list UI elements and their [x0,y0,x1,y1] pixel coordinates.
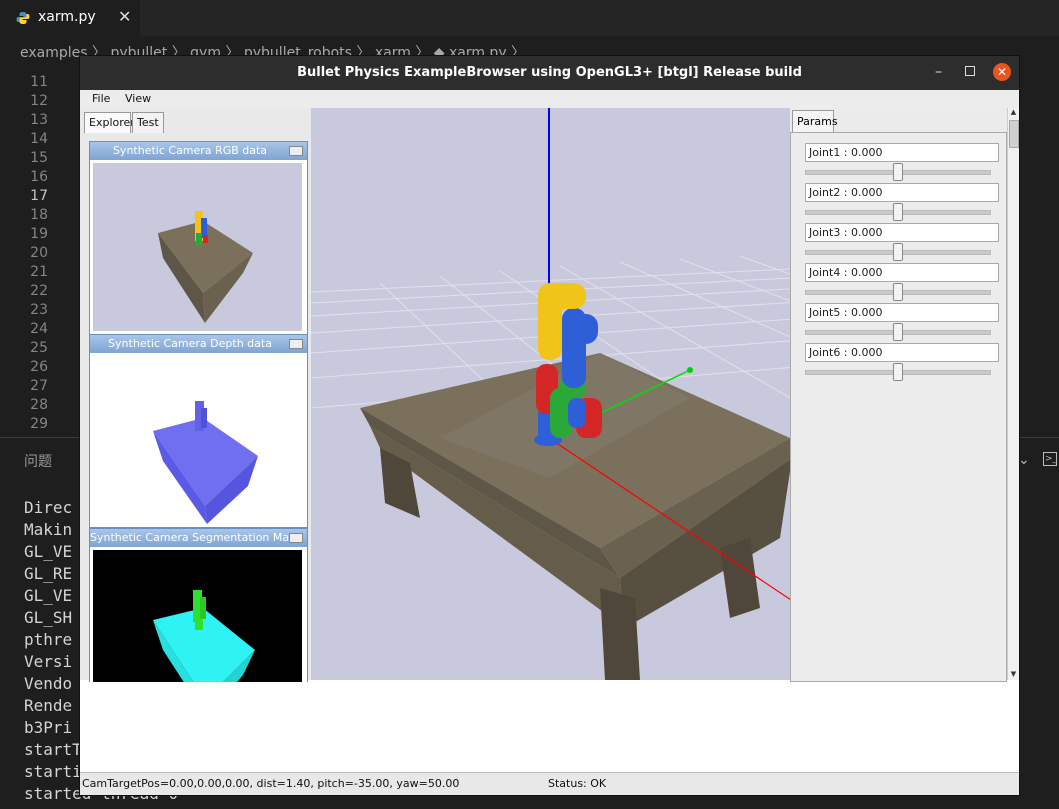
joint-1-field[interactable]: Joint1 : 0.000 [805,143,999,162]
explorer-panel: Explorer Test Synthetic Camera RGB data [80,108,311,724]
tab-explorer[interactable]: Explorer [84,112,135,133]
joint-2-slider-thumb[interactable] [893,203,903,221]
window-title: Bullet Physics ExampleBrowser using Open… [297,65,802,80]
line-number: 18 [30,207,48,223]
terminal-line: Makin [24,520,73,539]
joint-5-slider-thumb[interactable] [893,323,903,341]
camera-rgb-image [93,163,302,331]
menu-file[interactable]: File [92,92,110,105]
terminal-line: Direc [24,498,73,517]
line-number: 27 [30,378,48,394]
bullet-example-browser-window: Bullet Physics ExampleBrowser using Open… [80,56,1019,795]
line-number: 19 [30,226,48,242]
joint-6-label: Joint6 : 0.000 [809,346,883,359]
menu-bar: File View [80,90,1019,108]
line-number: 28 [30,397,48,413]
joint-3-field[interactable]: Joint3 : 0.000 [805,223,999,242]
collapse-button[interactable] [289,339,303,349]
editor-tab-xarm[interactable]: xarm.py ✕ [0,0,140,36]
console-output-area [80,682,1019,772]
line-number: 29 [30,416,48,432]
line-number: 12 [30,93,48,109]
joint-5-field[interactable]: Joint5 : 0.000 [805,303,999,322]
terminal-line: GL_VE [24,542,73,561]
menu-view[interactable]: View [125,92,151,105]
joint-3-label: Joint3 : 0.000 [809,226,883,239]
line-number: 23 [30,302,48,318]
chevron-down-icon[interactable]: ⌄ [1018,452,1030,468]
line-number: 21 [30,264,48,280]
joint-2-field[interactable]: Joint2 : 0.000 [805,183,999,202]
status-text: Status: OK [548,777,607,790]
scroll-up-icon[interactable]: ▲ [1008,108,1019,118]
joint-6-slider-thumb[interactable] [893,363,903,381]
line-number: 15 [30,150,48,166]
camera-depth-image [93,356,302,524]
camera-depth-window[interactable]: Synthetic Camera Depth data [89,334,308,528]
camera-depth-title: Synthetic Camera Depth data [108,337,272,350]
joint-1-slider-thumb[interactable] [893,163,903,181]
line-number: 11 [30,74,48,90]
terminal-line: Versi [24,652,73,671]
tab-params-label: Params [797,115,838,128]
line-number: 16 [30,169,48,185]
tab-problems[interactable]: 问题 [24,451,52,471]
terminal-line: GL_SH [24,608,73,627]
tab-params[interactable]: Params [792,110,838,133]
terminal-line: GL_VE [24,586,73,605]
tab-explorer-label: Explorer [89,116,135,129]
line-number: 25 [30,340,48,356]
terminal-line: startT [24,740,82,759]
status-bar: CamTargetPos=0.00,0.00,0.00, dist=1.40, … [80,772,1019,795]
line-number: 13 [30,112,48,128]
terminal-line: b3Pri [24,718,73,737]
camera-rgb-window[interactable]: Synthetic Camera RGB data [89,141,308,335]
camera-rgb-title: Synthetic Camera RGB data [112,144,268,157]
line-number: 24 [30,321,48,337]
maximize-button[interactable] [965,66,975,76]
joint-4-field[interactable]: Joint4 : 0.000 [805,263,999,282]
python-file-icon [16,12,30,24]
camera-info-text: CamTargetPos=0.00,0.00,0.00, dist=1.40, … [82,777,460,790]
line-number: 14 [30,131,48,147]
line-number: 17 [30,188,48,204]
editor-tab-bar: xarm.py ✕ [0,0,1059,36]
camera-segmentation-title: Synthetic Camera Segmentation Mask [90,531,290,544]
joint-4-label: Joint4 : 0.000 [809,266,883,279]
tab-test[interactable]: Test [132,112,164,133]
line-number: 26 [30,359,48,375]
terminal-line: GL_RE [24,564,73,583]
tab-test-label: Test [137,116,159,129]
scroll-thumb[interactable] [1009,120,1019,148]
terminal-icon[interactable]: >_ [1043,452,1057,466]
scroll-down-icon[interactable]: ▼ [1008,670,1019,680]
close-button[interactable]: ✕ [993,63,1011,81]
joint-4-slider-thumb[interactable] [893,283,903,301]
joint-2-label: Joint2 : 0.000 [809,186,883,199]
params-list: Joint1 : 0.000 Joint2 : 0.000 Joint3 : 0.0… [790,132,1007,682]
params-panel: Params Joint1 : 0.000 Joint2 : 0.000 Joint… [790,108,1019,682]
joint-3-slider-thumb[interactable] [893,243,903,261]
joint-1-label: Joint1 : 0.000 [809,146,883,159]
params-scrollbar[interactable]: ▲ ▼ [1007,108,1019,680]
line-number: 20 [30,245,48,261]
terminal-line: Rende [24,696,73,715]
line-number: 22 [30,283,48,299]
minimize-button[interactable]: – [935,64,942,80]
terminal-line: starti [24,762,82,781]
terminal-line: Vendo [24,674,73,693]
collapse-button[interactable] [289,146,303,156]
window-title-bar[interactable]: Bullet Physics ExampleBrowser using Open… [80,56,1019,90]
terminal-line: pthre [24,630,73,649]
joint-6-field[interactable]: Joint6 : 0.000 [805,343,999,362]
collapse-button[interactable] [289,533,303,543]
viewport-area: Explorer Test Synthetic Camera RGB data [80,108,1019,724]
joint-5-label: Joint5 : 0.000 [809,306,883,319]
close-icon[interactable]: ✕ [118,7,131,26]
editor-tab-label: xarm.py [38,9,96,25]
